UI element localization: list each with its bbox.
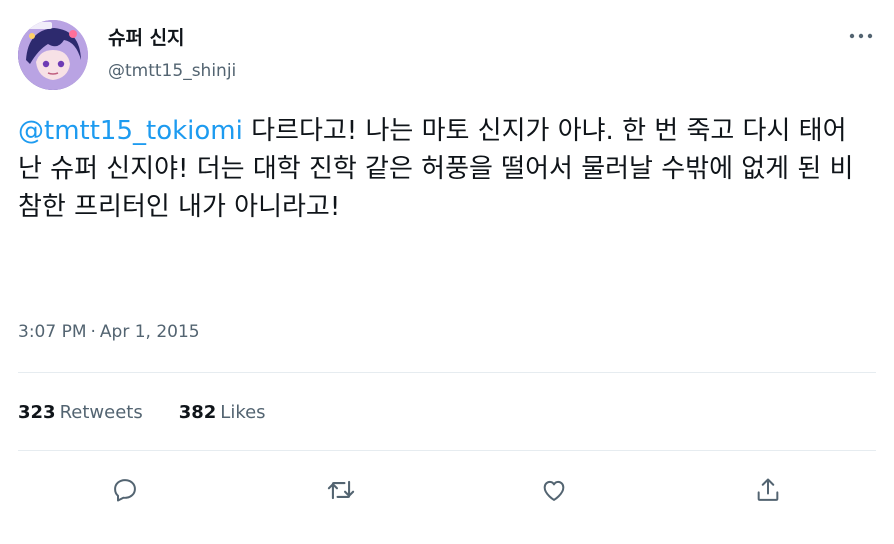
avatar-image [18, 20, 88, 90]
share-icon [757, 478, 779, 501]
divider-top [18, 372, 876, 373]
retweet-icon [327, 480, 355, 500]
retweets-label: Retweets [59, 402, 143, 423]
user-handle[interactable]: @tmtt15_shinji [108, 60, 236, 82]
likes-count: 382 [178, 402, 217, 423]
user-names: 슈퍼 신지 @tmtt15_shinji [108, 26, 236, 82]
avatar[interactable] [18, 20, 88, 90]
tweet-text: @tmtt15_tokiomi 다르다고! 나는 마토 신지가 아냐. 한 번 … [18, 112, 868, 226]
tweet-header: 슈퍼 신지 @tmtt15_shinji [18, 20, 876, 92]
timestamp-separator: · [90, 322, 96, 342]
divider-bottom [18, 450, 876, 451]
like-icon [543, 480, 565, 501]
display-name[interactable]: 슈퍼 신지 [108, 26, 236, 50]
share-button[interactable] [748, 470, 788, 510]
mention-link[interactable]: @tmtt15_tokiomi [18, 116, 243, 146]
like-button[interactable] [534, 470, 574, 510]
tweet-timestamp[interactable]: 3:07 PM · Apr 1, 2015 [18, 320, 200, 344]
tweet-actions [0, 470, 894, 510]
tweet-date: Apr 1, 2015 [99, 322, 200, 342]
reply-button[interactable] [105, 470, 145, 510]
likes-label: Likes [220, 402, 266, 423]
more-options-button[interactable] [846, 26, 876, 46]
retweet-button[interactable] [321, 470, 361, 510]
retweets-count: 323 [18, 402, 56, 423]
more-horizontal-icon [849, 33, 873, 39]
tweet-time: 3:07 PM [18, 322, 87, 342]
tweet-stats: 323 Retweets 382 Likes [18, 400, 302, 426]
retweets-stat[interactable]: 323 Retweets [18, 400, 143, 426]
reply-icon [114, 479, 136, 502]
likes-stat[interactable]: 382 Likes [179, 400, 266, 426]
